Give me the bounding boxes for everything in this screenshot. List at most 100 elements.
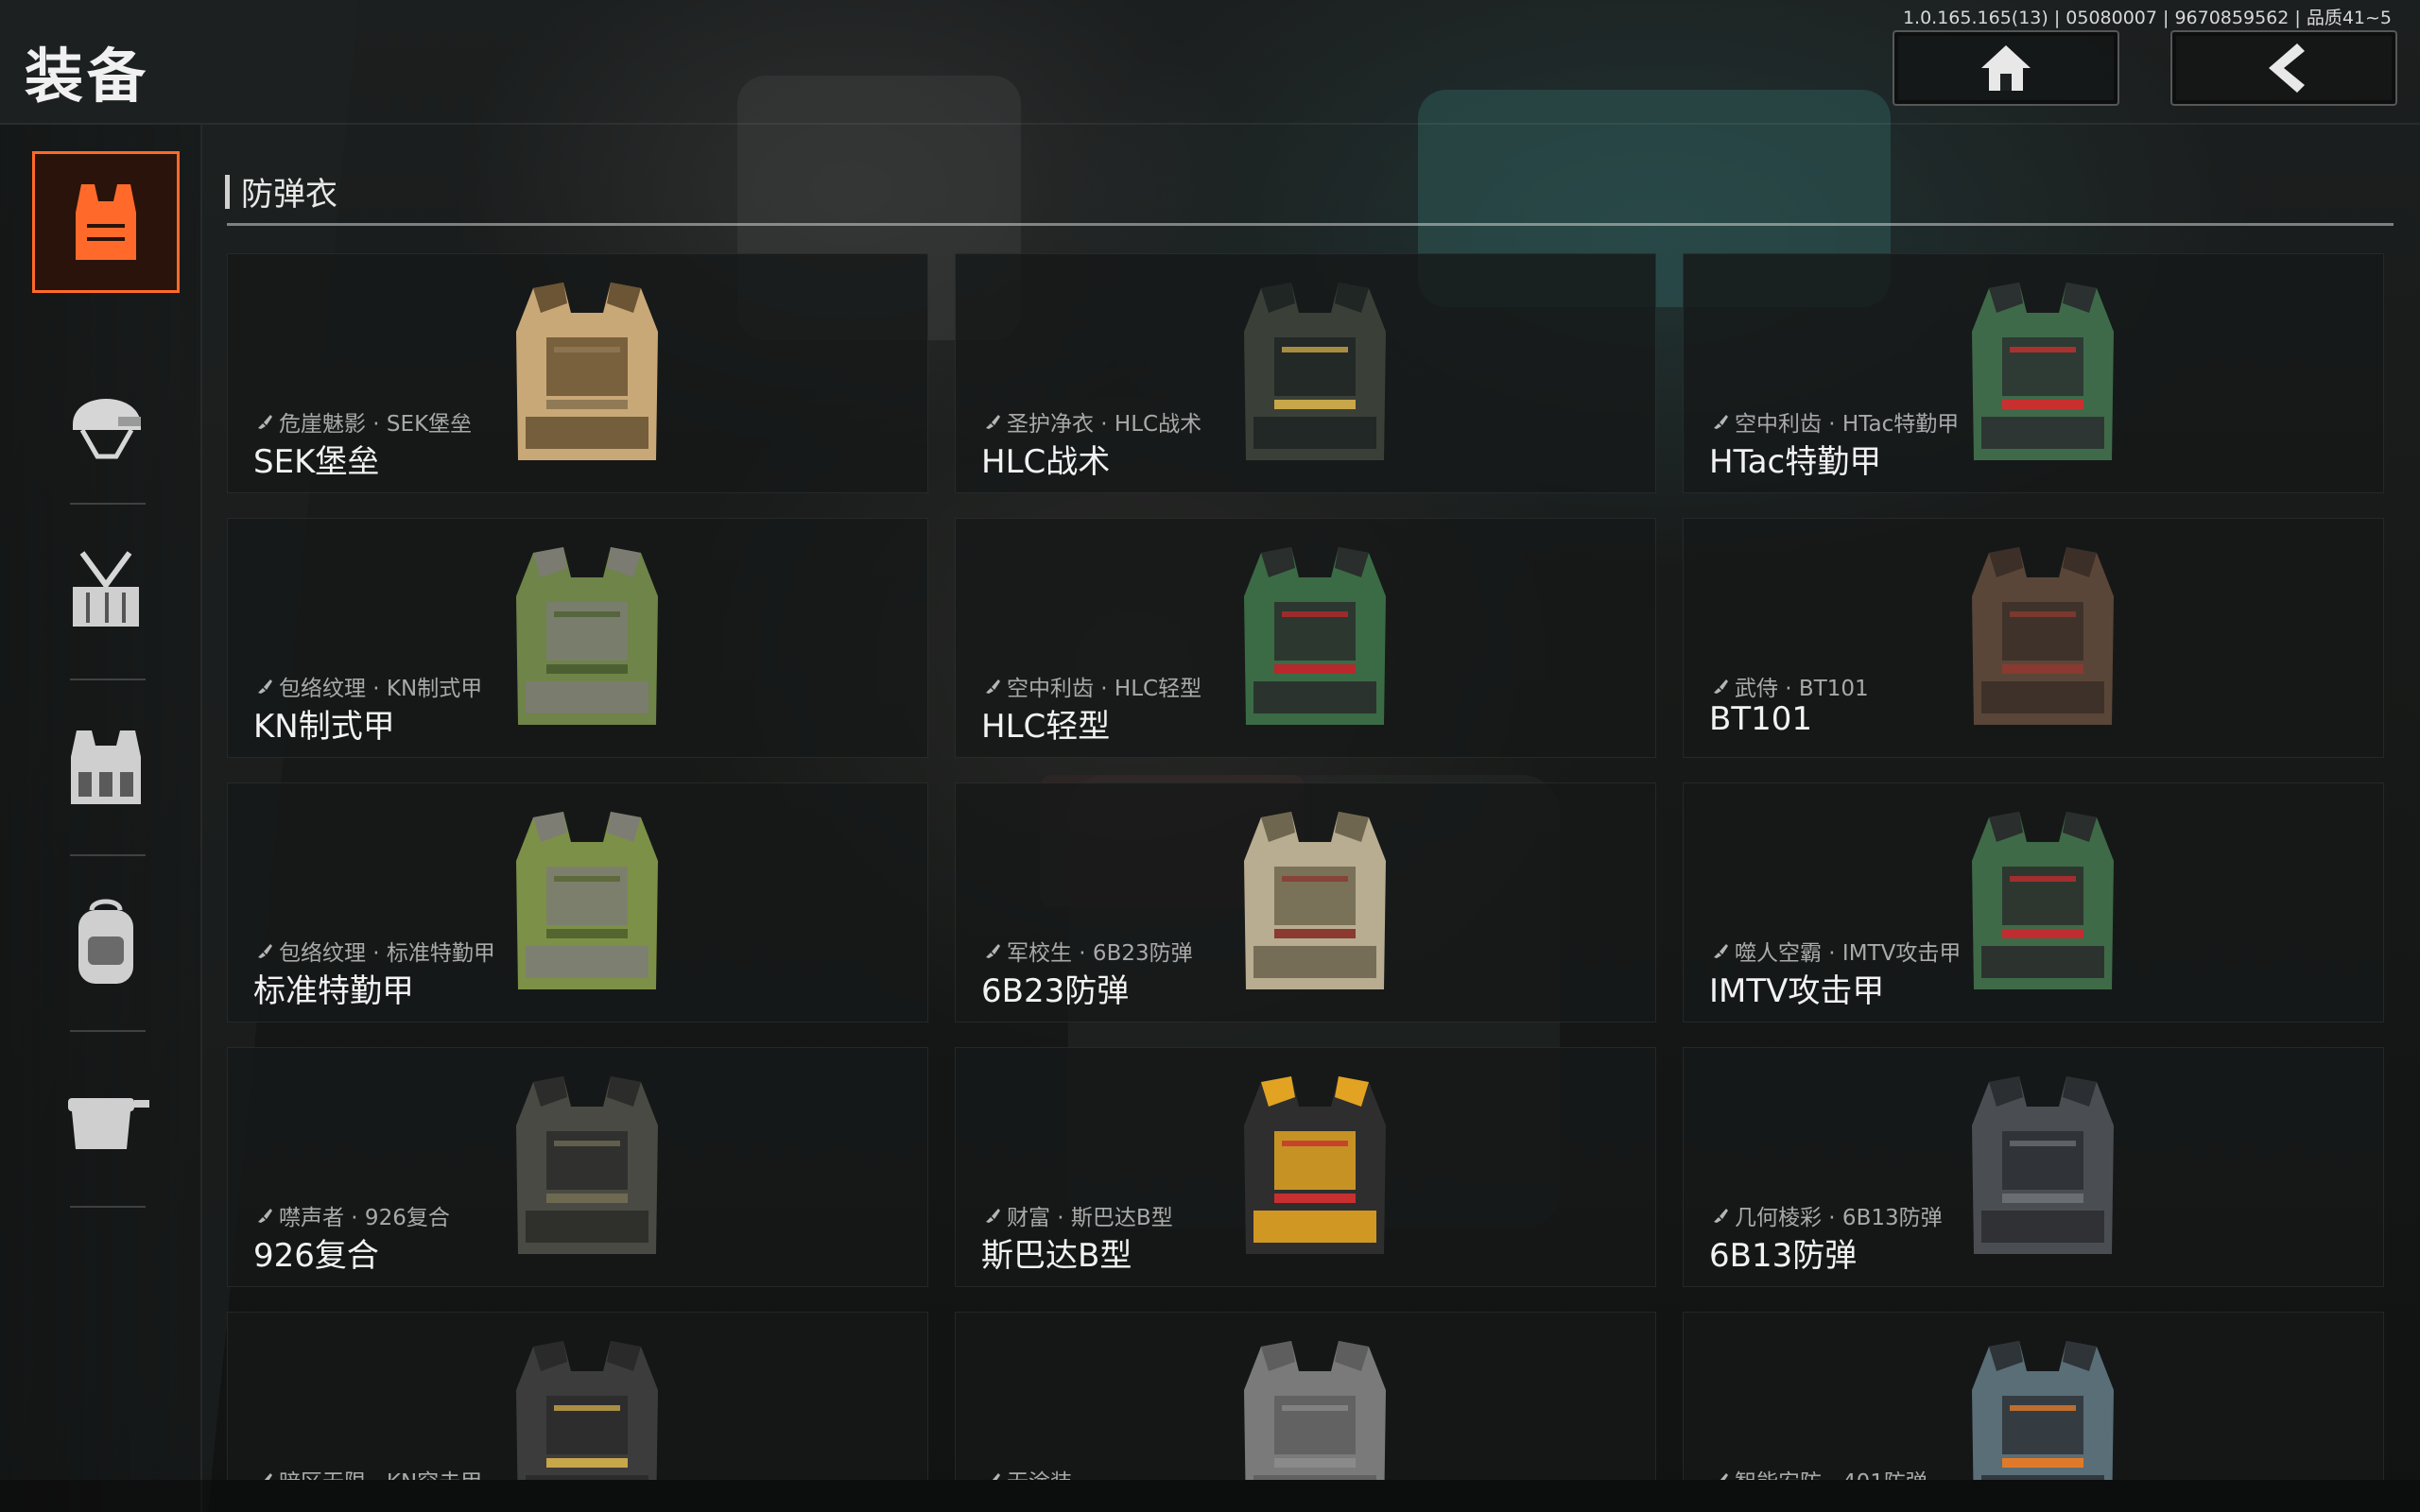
sidebar-divider bbox=[70, 679, 146, 680]
armor-vest-image bbox=[1244, 283, 1386, 460]
armor-vest-image bbox=[516, 1341, 658, 1480]
armor-card[interactable]: 武侍 · BT101 BT101 bbox=[1683, 518, 2384, 758]
skin-text: 军校生 · 6B23防弹 bbox=[1007, 941, 1193, 966]
skin-label: 圣护净衣 · HLC战术 bbox=[984, 405, 1201, 438]
section-title: 防弹衣 bbox=[241, 176, 337, 214]
armor-card[interactable]: 包络纹理 · KN制式甲 KN制式甲 bbox=[227, 518, 928, 758]
armor-vest-image bbox=[516, 283, 658, 460]
armor-vest-image bbox=[516, 812, 658, 989]
home-icon bbox=[1981, 45, 2031, 91]
skin-text: 空中利齿 · HTac特勤甲 bbox=[1735, 412, 1960, 437]
brush-icon bbox=[992, 1473, 1000, 1480]
armor-vest-image bbox=[1244, 812, 1386, 989]
item-name: 6B23防弹 bbox=[981, 972, 1130, 1010]
armor-card[interactable]: 空中利齿 · HTac特勤甲 HTac特勤甲 bbox=[1683, 253, 2384, 493]
item-name: 6B13防弹 bbox=[1709, 1237, 1858, 1275]
section-marker bbox=[225, 174, 230, 209]
item-name: 斯巴达B型 bbox=[981, 1237, 1132, 1275]
header-divider bbox=[0, 123, 2420, 125]
skin-label: 智能安防 · 401防弹 bbox=[1712, 1464, 1927, 1480]
category-sidebar bbox=[0, 125, 202, 1512]
armor-grid: 危崖魅影 · SEK堡垒 SEK堡垒 圣护净衣 · HLC战术 HLC战术 空中利齿 ·… bbox=[227, 253, 2390, 1480]
home-button[interactable] bbox=[1893, 30, 2119, 106]
brush-icon bbox=[1714, 944, 1728, 958]
item-name: 标准特勤甲 bbox=[253, 972, 414, 1010]
brush-icon bbox=[1720, 1473, 1728, 1480]
armor-vest-image bbox=[1972, 283, 2114, 460]
armor-card[interactable]: 财富 · 斯巴达B型 斯巴达B型 bbox=[955, 1047, 1656, 1287]
category-chest-rig[interactable] bbox=[32, 520, 180, 662]
chest-rig-icon bbox=[73, 551, 139, 627]
armor-card[interactable]: 圣护净衣 · HLC战术 HLC战术 bbox=[955, 253, 1656, 493]
brush-icon bbox=[1714, 1209, 1728, 1223]
brush-icon bbox=[986, 944, 1000, 958]
armor-vest-image bbox=[516, 547, 658, 725]
item-name: HLC轻型 bbox=[981, 708, 1111, 746]
brush-icon bbox=[258, 1209, 272, 1223]
armor-vest-image bbox=[1972, 1341, 2114, 1480]
skin-label: 空中利齿 · HLC轻型 bbox=[984, 670, 1201, 702]
category-pot[interactable] bbox=[32, 1047, 180, 1189]
section-divider bbox=[227, 223, 2394, 226]
back-button[interactable] bbox=[2170, 30, 2397, 106]
pot-icon bbox=[68, 1098, 149, 1149]
armor-card[interactable]: 空中利齿 · HLC轻型 HLC轻型 bbox=[955, 518, 1656, 758]
item-name: 926复合 bbox=[253, 1237, 379, 1275]
skin-text: 包络纹理 · 标准特勤甲 bbox=[279, 941, 495, 966]
brush-icon bbox=[258, 679, 272, 694]
category-backpack[interactable] bbox=[32, 871, 180, 1013]
skin-label: 几何棱彩 · 6B13防弹 bbox=[1712, 1199, 1943, 1231]
armor-vest-image bbox=[1972, 812, 2114, 989]
armor-vest-image bbox=[1244, 547, 1386, 725]
item-name: HLC战术 bbox=[981, 443, 1111, 481]
armor-card[interactable]: 智能安防 · 401防弹401防弹 bbox=[1683, 1312, 2384, 1480]
armor-card[interactable]: 包络纹理 · 标准特勤甲标准特勤甲 bbox=[227, 782, 928, 1022]
brush-icon bbox=[1714, 679, 1728, 694]
armor-card[interactable]: 暗区无限 · KN突击甲KN突击甲 bbox=[227, 1312, 928, 1480]
skin-label: 武侍 · BT101 bbox=[1712, 670, 1869, 702]
skin-text: 噤声者 · 926复合 bbox=[279, 1206, 450, 1230]
brush-icon bbox=[1714, 415, 1728, 429]
armor-card[interactable]: 军校生 · 6B23防弹 6B23防弹 bbox=[955, 782, 1656, 1022]
tactical-vest-icon bbox=[71, 730, 141, 804]
brush-icon bbox=[986, 1209, 1000, 1223]
armor-card[interactable]: 噤声者 · 926复合 926复合 bbox=[227, 1047, 928, 1287]
sidebar-divider bbox=[70, 854, 146, 856]
skin-label: 暗区无限 · KN突击甲 bbox=[256, 1464, 482, 1480]
skin-label: 包络纹理 · 标准特勤甲 bbox=[256, 935, 495, 967]
armor-vest-image bbox=[1244, 1341, 1386, 1480]
category-vest[interactable] bbox=[32, 151, 180, 293]
skin-label: 噬人空霸 · IMTV攻击甲 bbox=[1712, 935, 1961, 967]
skin-text: 智能安防 · 401防弹 bbox=[1735, 1464, 1927, 1480]
armor-card[interactable]: 噬人空霸 · IMTV攻击甲 IMTV攻击甲 bbox=[1683, 782, 2384, 1022]
armor-vest-image bbox=[1972, 547, 2114, 725]
sidebar-divider bbox=[70, 503, 146, 505]
skin-text: 圣护净衣 · HLC战术 bbox=[1007, 412, 1202, 437]
item-name: KN制式甲 bbox=[253, 708, 395, 746]
section-header: 防弹衣 bbox=[225, 168, 337, 215]
skin-text: 包络纹理 · KN制式甲 bbox=[279, 677, 483, 701]
category-helmet[interactable] bbox=[32, 348, 180, 490]
skin-text: 暗区无限 · KN突击甲 bbox=[279, 1464, 482, 1480]
skin-text: 武侍 · BT101 bbox=[1735, 677, 1869, 701]
skin-label: 危崖魅影 · SEK堡垒 bbox=[256, 405, 472, 438]
skin-text: 空中利齿 · HLC轻型 bbox=[1007, 677, 1202, 701]
helmet-icon bbox=[73, 399, 141, 459]
version-info: 1.0.165.165(13) | 05080007 | 9670859562 … bbox=[1902, 8, 2392, 28]
skin-text: 无涂装 bbox=[1007, 1464, 1072, 1480]
brush-icon bbox=[258, 415, 272, 429]
skin-label: 无涂装 bbox=[984, 1464, 1072, 1480]
armor-vest-image bbox=[1244, 1076, 1386, 1254]
skin-label: 包络纹理 · KN制式甲 bbox=[256, 670, 482, 702]
armor-vest-image bbox=[1972, 1076, 2114, 1254]
armor-card[interactable]: 危崖魅影 · SEK堡垒 SEK堡垒 bbox=[227, 253, 928, 493]
armor-card[interactable]: 无涂装 bbox=[955, 1312, 1656, 1480]
brush-icon bbox=[986, 415, 1000, 429]
skin-label: 噤声者 · 926复合 bbox=[256, 1199, 450, 1231]
skin-text: 几何棱彩 · 6B13防弹 bbox=[1735, 1206, 1943, 1230]
category-tactical-vest[interactable] bbox=[32, 696, 180, 837]
armor-card[interactable]: 几何棱彩 · 6B13防弹 6B13防弹 bbox=[1683, 1047, 2384, 1287]
brush-icon bbox=[264, 1473, 272, 1480]
item-name: BT101 bbox=[1709, 700, 1812, 738]
chevron-left-icon bbox=[2269, 43, 2305, 93]
